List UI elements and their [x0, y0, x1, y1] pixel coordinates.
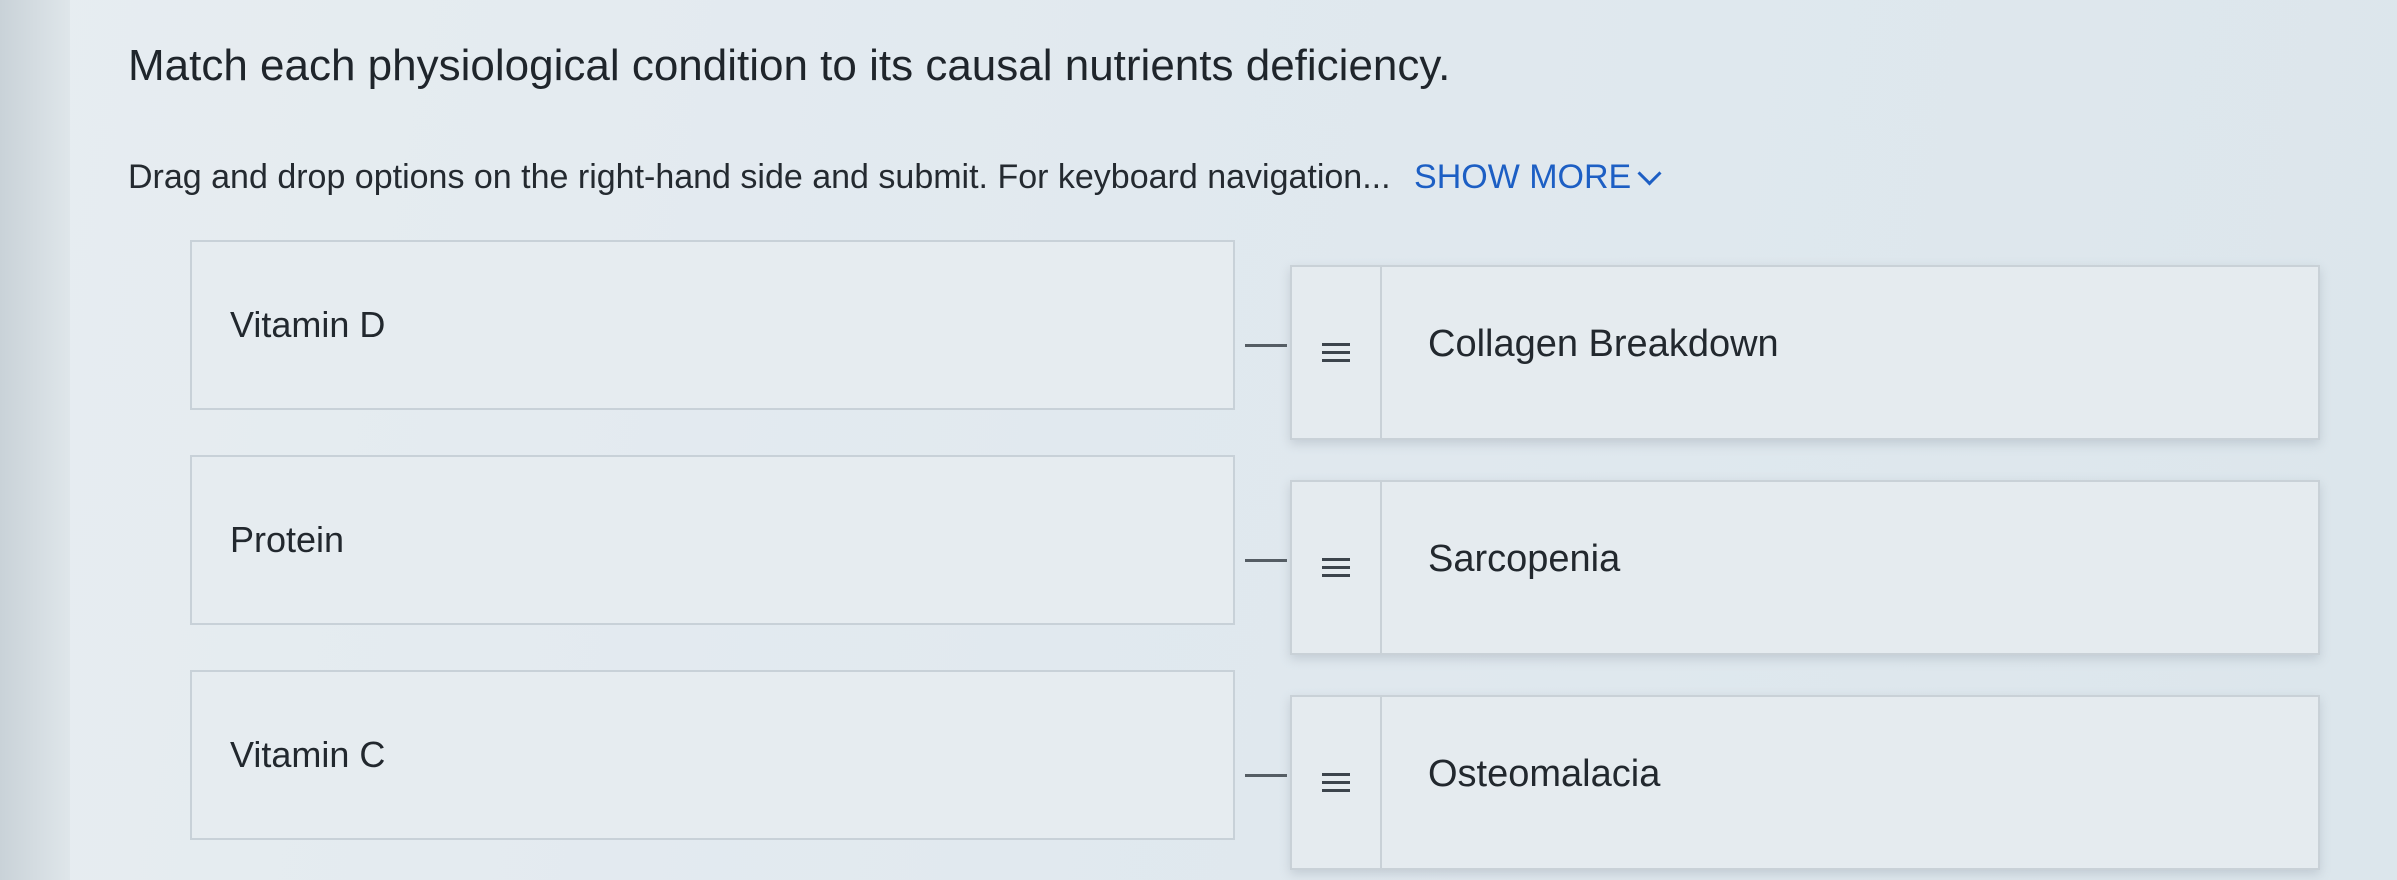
drag-handle[interactable]	[1292, 267, 1382, 438]
prompt-label: Vitamin D	[230, 304, 386, 345]
match-row: Protein Sarcopenia	[190, 455, 2390, 655]
matching-question: Match each physiological condition to it…	[70, 0, 2397, 880]
screen-bezel	[0, 0, 70, 880]
chevron-down-icon	[1637, 160, 1662, 186]
draggable-option[interactable]: Osteomalacia	[1290, 695, 2320, 870]
drag-handle-icon	[1322, 772, 1350, 793]
drag-handle[interactable]	[1292, 697, 1382, 868]
drop-target[interactable]: Protein	[190, 455, 1235, 625]
option-label: Osteomalacia	[1428, 753, 1661, 795]
drop-target[interactable]: Vitamin D	[190, 240, 1235, 410]
draggable-option[interactable]: Collagen Breakdown	[1290, 265, 2320, 440]
match-row: Vitamin D Collagen Breakdown	[190, 240, 2390, 440]
prompt-label: Vitamin C	[230, 734, 386, 775]
drag-handle[interactable]	[1292, 482, 1382, 653]
show-more-link[interactable]: SHOW MORE	[1414, 155, 1662, 199]
option-label: Collagen Breakdown	[1428, 323, 1779, 365]
instructions: Drag and drop options on the right-hand …	[128, 155, 1662, 199]
instructions-text: Drag and drop options on the right-hand …	[128, 158, 1391, 196]
connector-line	[1245, 774, 1287, 777]
question-title: Match each physiological condition to it…	[128, 41, 1451, 90]
connector-line	[1245, 344, 1287, 347]
draggable-option[interactable]: Sarcopenia	[1290, 480, 2320, 655]
drop-target[interactable]: Vitamin C	[190, 670, 1235, 840]
match-row: Vitamin C Osteomalacia	[190, 670, 2390, 870]
drag-handle-icon	[1322, 342, 1350, 363]
show-more-label: SHOW MORE	[1414, 158, 1632, 196]
option-label: Sarcopenia	[1428, 538, 1621, 580]
prompt-label: Protein	[230, 519, 345, 560]
drag-handle-icon	[1322, 557, 1350, 578]
connector-line	[1245, 559, 1287, 562]
